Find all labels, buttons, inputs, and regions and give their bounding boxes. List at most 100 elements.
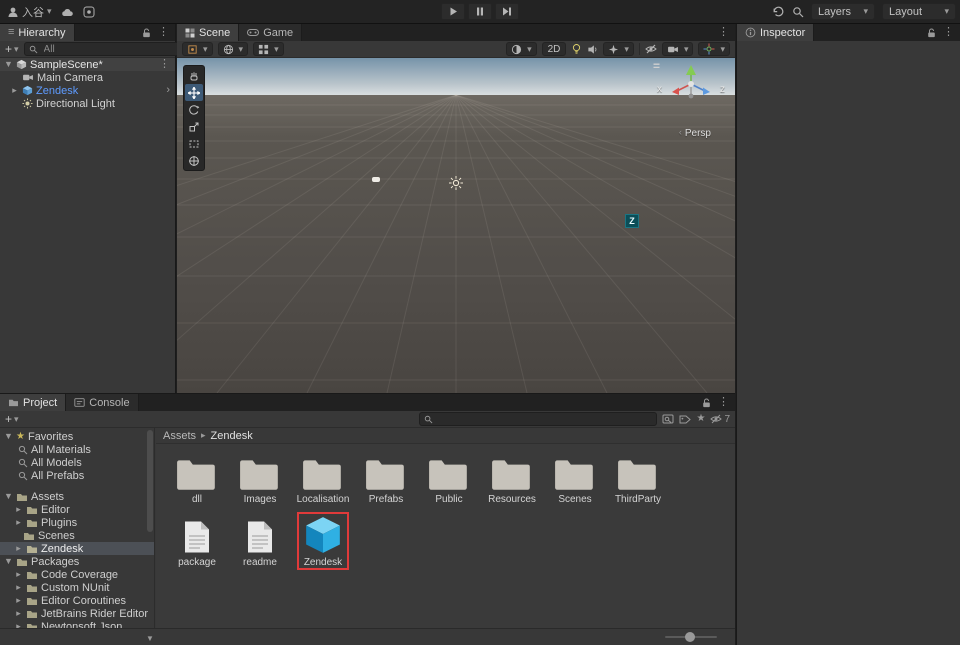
hidden-packages-icon[interactable]: 7: [710, 413, 730, 425]
tree-row-scenes[interactable]: Scenes: [0, 529, 154, 542]
account-button[interactable]: 入谷 ▾: [7, 4, 52, 20]
history-icon[interactable]: [772, 5, 785, 18]
expand-icon[interactable]: ▸: [14, 505, 23, 514]
tree-row-all-materials[interactable]: All Materials: [0, 443, 154, 456]
draw-mode-dropdown[interactable]: ▾: [506, 42, 537, 56]
gizmos-dropdown[interactable]: ▾: [698, 42, 730, 56]
hierarchy-item-main-camera[interactable]: Main Camera: [0, 71, 175, 84]
prefab-open-icon[interactable]: ›: [166, 85, 175, 96]
breadcrumb-root[interactable]: Assets: [163, 430, 196, 442]
favorite-star-icon[interactable]: ★: [696, 414, 705, 424]
scale-tool-button[interactable]: [185, 118, 203, 135]
slider-knob[interactable]: [685, 632, 695, 642]
orientation-gizmo[interactable]: x z: [663, 64, 719, 112]
tree-row-code-coverage[interactable]: ▸ Code Coverage: [0, 568, 154, 581]
tab-hierarchy[interactable]: ≡ Hierarchy: [0, 24, 75, 41]
camera-settings-dropdown[interactable]: ▾: [662, 42, 694, 56]
tab-game[interactable]: Game: [239, 24, 302, 41]
tree-row-assets[interactable]: ▼ Assets: [0, 490, 154, 503]
tree-row-custom-nunit[interactable]: ▸ Custom NUnit: [0, 581, 154, 594]
expand-icon[interactable]: ▸: [14, 570, 23, 579]
asset-folder-scenes[interactable]: Scenes: [546, 452, 604, 505]
scene-viewport[interactable]: = x z ‹ Persp Z: [177, 58, 735, 393]
asset-folder-thirdparty[interactable]: ThirdParty: [609, 452, 667, 505]
grid-snap-dropdown[interactable]: ▾: [253, 42, 284, 56]
layout-dropdown[interactable]: Layout ▾: [882, 3, 956, 20]
asset-folder-localisation[interactable]: Localisation: [294, 452, 352, 505]
thumbnail-zoom-slider[interactable]: [665, 636, 717, 638]
expand-icon[interactable]: ▸: [14, 596, 23, 605]
expand-icon[interactable]: ▼: [4, 432, 13, 441]
project-search[interactable]: [419, 412, 657, 426]
expand-icon[interactable]: ▸: [14, 583, 23, 592]
services-button[interactable]: [83, 6, 95, 18]
tree-scrollbar[interactable]: [147, 430, 153, 626]
cloud-button[interactable]: [61, 7, 74, 17]
breadcrumb-current[interactable]: Zendesk: [211, 430, 253, 442]
lighting-toggle-icon[interactable]: [571, 43, 582, 55]
2d-toggle[interactable]: 2D: [542, 42, 567, 56]
tree-row-editor[interactable]: ▸ Editor: [0, 503, 154, 516]
scene-visibility-icon[interactable]: [645, 43, 657, 55]
audio-toggle-icon[interactable]: [587, 44, 598, 55]
add-object-button[interactable]: + ▾: [5, 42, 19, 56]
layers-dropdown[interactable]: Layers ▾: [811, 3, 875, 20]
tab-console[interactable]: Console: [66, 394, 138, 411]
scroll-down-icon[interactable]: ▼: [146, 635, 154, 643]
kebab-menu-icon[interactable]: ⋮: [718, 27, 729, 38]
tool-settings-dropdown[interactable]: ▾: [182, 42, 213, 56]
view-tool-button[interactable]: [185, 67, 203, 84]
asset-folder-prefabs[interactable]: Prefabs: [357, 452, 415, 505]
move-tool-button[interactable]: [185, 84, 203, 101]
tab-project[interactable]: Project: [0, 394, 66, 411]
perspective-toggle[interactable]: ‹ Persp: [679, 128, 711, 139]
lock-icon[interactable]: [702, 398, 711, 408]
transform-tool-button[interactable]: [185, 152, 203, 169]
search-by-label-icon[interactable]: [679, 414, 691, 425]
lock-icon[interactable]: [927, 28, 936, 38]
lock-icon[interactable]: [142, 28, 151, 38]
tab-inspector[interactable]: Inspector: [737, 24, 814, 41]
expand-icon[interactable]: ▸: [14, 518, 23, 527]
asset-file-readme[interactable]: readme: [231, 515, 289, 568]
hierarchy-search-input[interactable]: [42, 43, 178, 56]
expand-icon[interactable]: ▸: [14, 544, 23, 553]
expand-icon[interactable]: ▸: [10, 86, 19, 95]
expand-icon[interactable]: ▼: [4, 557, 13, 566]
camera-gizmo[interactable]: [372, 177, 380, 182]
tree-row-newtonsoft-json[interactable]: ▸ Newtonsoft Json: [0, 620, 154, 628]
tree-row-packages[interactable]: ▼ Packages: [0, 555, 154, 568]
project-search-input[interactable]: [437, 413, 652, 426]
asset-folder-public[interactable]: Public: [420, 452, 478, 505]
pause-button[interactable]: [468, 3, 492, 20]
kebab-menu-icon[interactable]: ⋮: [159, 59, 175, 70]
hierarchy-search[interactable]: [24, 42, 183, 56]
asset-folder-dll[interactable]: dll: [168, 452, 226, 505]
kebab-menu-icon[interactable]: ⋮: [158, 27, 169, 38]
asset-file-zendesk[interactable]: Zendesk: [294, 515, 352, 568]
tree-row-favorites[interactable]: ▼ ★ Favorites: [0, 430, 154, 443]
expand-icon[interactable]: ▼: [4, 60, 13, 69]
kebab-menu-icon[interactable]: ⋮: [943, 27, 954, 38]
hierarchy-item-zendesk[interactable]: ▸ Zendesk ›: [0, 84, 175, 97]
tree-row-zendesk[interactable]: ▸ Zendesk: [0, 542, 154, 555]
overlay-handle-icon[interactable]: =: [653, 59, 661, 73]
expand-icon[interactable]: ▸: [14, 609, 23, 618]
tab-scene[interactable]: Scene: [177, 24, 239, 41]
asset-file-package[interactable]: package: [168, 515, 226, 568]
tree-row-all-models[interactable]: All Models: [0, 456, 154, 469]
directional-light-gizmo[interactable]: [448, 175, 464, 191]
rotate-tool-button[interactable]: [185, 101, 203, 118]
kebab-menu-icon[interactable]: ⋮: [718, 397, 729, 408]
play-button[interactable]: [441, 3, 465, 20]
zendesk-sprite-gizmo[interactable]: Z: [625, 214, 639, 228]
asset-folder-images[interactable]: Images: [231, 452, 289, 505]
asset-folder-resources[interactable]: Resources: [483, 452, 541, 505]
tree-row-plugins[interactable]: ▸ Plugins: [0, 516, 154, 529]
tree-row-editor-coroutines[interactable]: ▸ Editor Coroutines: [0, 594, 154, 607]
handle-rotation-dropdown[interactable]: ▾: [218, 42, 249, 56]
expand-icon[interactable]: ▼: [4, 492, 13, 501]
tree-row-jetbrains-rider-editor[interactable]: ▸ JetBrains Rider Editor: [0, 607, 154, 620]
scene-row[interactable]: ▼ SampleScene* ⋮: [0, 58, 175, 71]
hierarchy-item-directional-light[interactable]: Directional Light: [0, 97, 175, 110]
